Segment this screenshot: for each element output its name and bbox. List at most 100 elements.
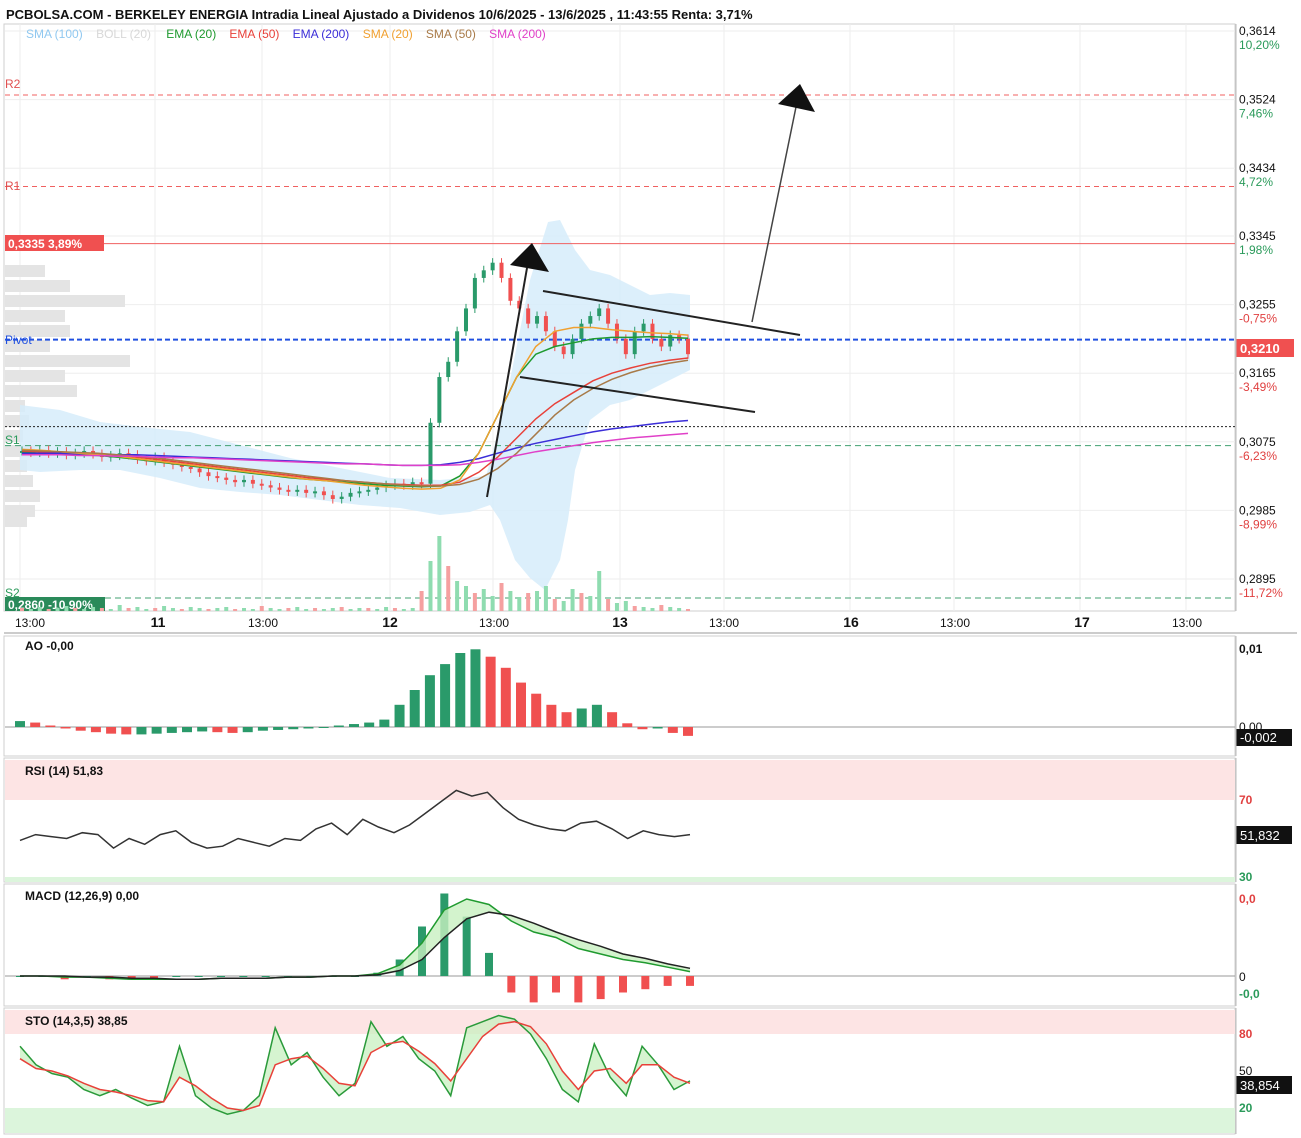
volume-profile-bar (5, 265, 45, 277)
candle-body (330, 495, 335, 499)
ao-bar (106, 727, 117, 734)
ao-bar (652, 727, 663, 729)
macd-hist-bar (507, 976, 516, 993)
ao-bar (30, 722, 41, 727)
volume-bar (277, 609, 282, 611)
volume-bar (28, 609, 33, 611)
volume-bar (339, 607, 344, 611)
candle-body (686, 338, 690, 355)
volume-bar (153, 608, 158, 611)
ao-bar (576, 708, 587, 727)
volume-profile-bar (5, 295, 125, 307)
candle-body (597, 308, 602, 317)
panel-border (3, 635, 1236, 757)
candle-body (526, 308, 531, 324)
volume-bar (446, 566, 451, 611)
volume-bar (250, 609, 255, 611)
volume-bar (330, 608, 335, 611)
ao-bar (242, 727, 253, 733)
ao-bar (516, 682, 526, 727)
sto-panel[interactable]: 80 50 20 38,854 (5, 1008, 1292, 1134)
price-tick: 0,2985 (1239, 503, 1276, 517)
candle-body (268, 485, 273, 488)
volume-profile-bar (5, 475, 33, 487)
ao-bar (683, 727, 693, 736)
macd-panel[interactable]: 0,0 0 -0,0 (5, 884, 1260, 1006)
ao-bar (667, 727, 678, 733)
ao-bar (546, 704, 557, 727)
volume-profile-bar (5, 310, 65, 322)
volume-bar (623, 601, 628, 611)
s1-label: S1 (5, 433, 20, 447)
ao-bar (379, 719, 390, 727)
volume-profile-bar (5, 515, 27, 527)
price-axis: 0,361410,20% 0,35247,46% 0,34344,72% 0,3345… (1235, 24, 1283, 611)
price-tick: 0,3614 (1239, 24, 1276, 38)
pct-tick: 10,20% (1239, 38, 1280, 52)
r1-label: R1 (5, 179, 21, 193)
candle-body (286, 489, 291, 492)
macd-axis-bottom: -0,0 (1239, 987, 1260, 1001)
candle-body (446, 361, 451, 378)
volume-profile-bar (5, 355, 130, 367)
volume-bar (206, 609, 211, 611)
time-tick: 13:00 (709, 616, 739, 630)
volume-bar (614, 603, 619, 611)
legend-item: EMA (50) (229, 27, 279, 41)
ao-value-text: -0,002 (1240, 730, 1277, 745)
ao-bar (394, 704, 405, 727)
candle-body (242, 479, 246, 483)
candle-body (464, 308, 468, 332)
volume-profile-bar (5, 370, 65, 382)
ao-bar (303, 727, 314, 729)
volume-bar (37, 607, 42, 611)
volume-bar (375, 609, 380, 611)
sto-oversold-zone (5, 1108, 1235, 1133)
price-panel[interactable]: R2R1PivotS1S20,3335 3,89%0,2860 -10,90%0… (5, 24, 1294, 612)
rsi-label: RSI (14) 51,83 (25, 764, 103, 778)
volume-bar (606, 599, 611, 611)
rsi-panel[interactable]: 70 30 51,832 (5, 758, 1292, 884)
ao-bar (75, 727, 86, 731)
sto-label: STO (14,3,5) 38,85 (25, 1014, 128, 1028)
macd-hist-bar (194, 976, 203, 977)
ao-bar (364, 722, 375, 727)
volume-bar (64, 606, 69, 611)
ao-bar (273, 727, 284, 730)
candle-body (206, 472, 211, 477)
volume-bar (668, 607, 673, 611)
target-line (751, 106, 797, 323)
candle-body (304, 489, 309, 493)
volume-bar (233, 609, 238, 611)
macd-fill (20, 899, 690, 980)
candle-body (215, 476, 220, 479)
volume-bar (224, 607, 229, 611)
ao-bar (182, 727, 192, 733)
ao-bar (45, 725, 56, 727)
ao-bar (531, 693, 542, 727)
candle-body (277, 487, 282, 490)
ao-bar (15, 721, 25, 727)
bollinger-band (20, 220, 690, 590)
volume-bar (259, 606, 264, 611)
ao-panel[interactable]: 0,010,00-0,002 (5, 636, 1292, 756)
candle-body (552, 331, 557, 347)
macd-hist-bar (217, 976, 225, 977)
macd-line (20, 898, 691, 981)
rsi-axis-70: 70 (1239, 793, 1253, 807)
candle-body (499, 262, 504, 278)
macd-hist-bar (574, 976, 583, 1003)
ao-bar (561, 712, 572, 727)
ao-bar (227, 727, 238, 733)
volume-bar (481, 589, 486, 611)
candle-body (632, 331, 637, 355)
volume-bar (508, 591, 513, 611)
volume-bar (268, 608, 273, 611)
volume-bar (543, 586, 548, 611)
ao-bar (136, 727, 147, 735)
volume-bar (464, 586, 468, 611)
ao-bar (121, 727, 132, 735)
candle-body (543, 316, 548, 332)
high-badge-text: 0,3335 3,89% (8, 237, 82, 251)
ao-bar (455, 653, 466, 727)
